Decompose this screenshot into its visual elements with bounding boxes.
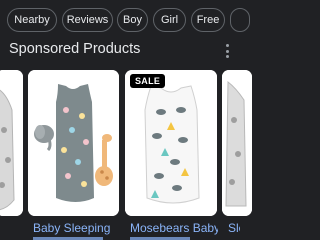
product-title-3[interactable]: Mosebears Baby — [130, 221, 218, 235]
section-title: Sponsored Products — [9, 41, 141, 57]
more-vert-icon[interactable] — [222, 43, 232, 59]
product-card-2[interactable] — [28, 70, 119, 216]
product-card-3[interactable] — [125, 70, 217, 216]
chip-reviews[interactable]: Reviews — [62, 8, 113, 32]
chip-more-partial[interactable] — [230, 8, 250, 32]
chip-free[interactable]: Free — [191, 8, 225, 32]
sale-badge: SALE — [130, 74, 166, 88]
chip-nearby[interactable]: Nearby — [7, 8, 57, 32]
product-title-4[interactable]: Sle — [228, 221, 240, 235]
product-card-4[interactable] — [222, 70, 252, 216]
product-title-2[interactable]: Baby Sleeping — [33, 221, 119, 235]
product-image-2 — [28, 70, 119, 216]
product-image-3 — [125, 70, 217, 216]
product-image-1 — [0, 70, 23, 216]
chip-girl[interactable]: Girl — [153, 8, 186, 32]
product-image-4 — [222, 70, 252, 216]
product-card-1[interactable] — [0, 70, 23, 216]
filter-chip-row: Nearby Reviews Boy Girl Free — [0, 8, 250, 32]
chip-boy[interactable]: Boy — [117, 8, 148, 32]
